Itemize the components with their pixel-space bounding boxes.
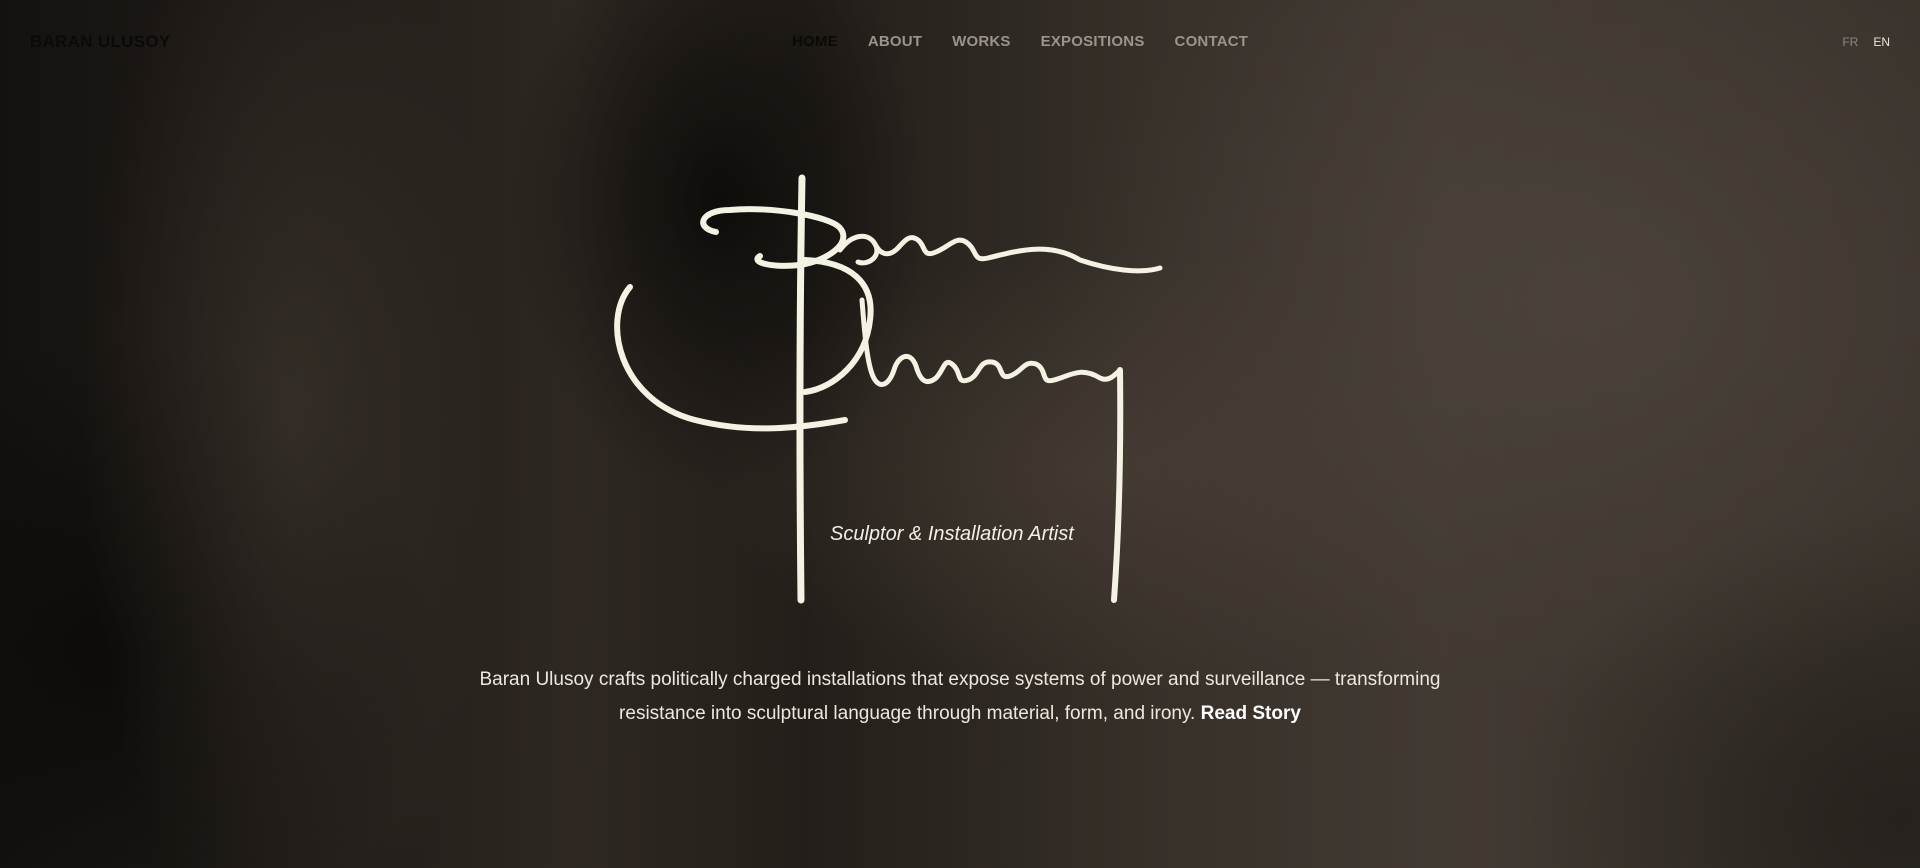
nav-item-home[interactable]: HOME: [792, 33, 838, 50]
language-en[interactable]: EN: [1873, 35, 1890, 49]
hero-description: Baran Ulusoy crafts politically charged …: [460, 663, 1460, 731]
page: BARAN ULUSOY HOME ABOUT WORKS EXPOSITION…: [0, 0, 1920, 868]
nav-item-expositions[interactable]: EXPOSITIONS: [1041, 33, 1145, 50]
nav-item-contact[interactable]: CONTACT: [1175, 33, 1249, 50]
main-nav: HOME ABOUT WORKS EXPOSITIONS CONTACT: [792, 33, 1248, 50]
site-header: BARAN ULUSOY HOME ABOUT WORKS EXPOSITION…: [0, 0, 1920, 86]
hero-tagline: Sculptor & Installation Artist: [830, 523, 1074, 545]
read-story-link[interactable]: Read Story: [1201, 703, 1301, 724]
language-fr[interactable]: FR: [1842, 35, 1858, 49]
language-switcher: FR EN: [1842, 35, 1890, 49]
brand-logo-text[interactable]: BARAN ULUSOY: [30, 32, 171, 52]
nav-item-works[interactable]: WORKS: [952, 33, 1011, 50]
nav-item-about[interactable]: ABOUT: [868, 33, 922, 50]
